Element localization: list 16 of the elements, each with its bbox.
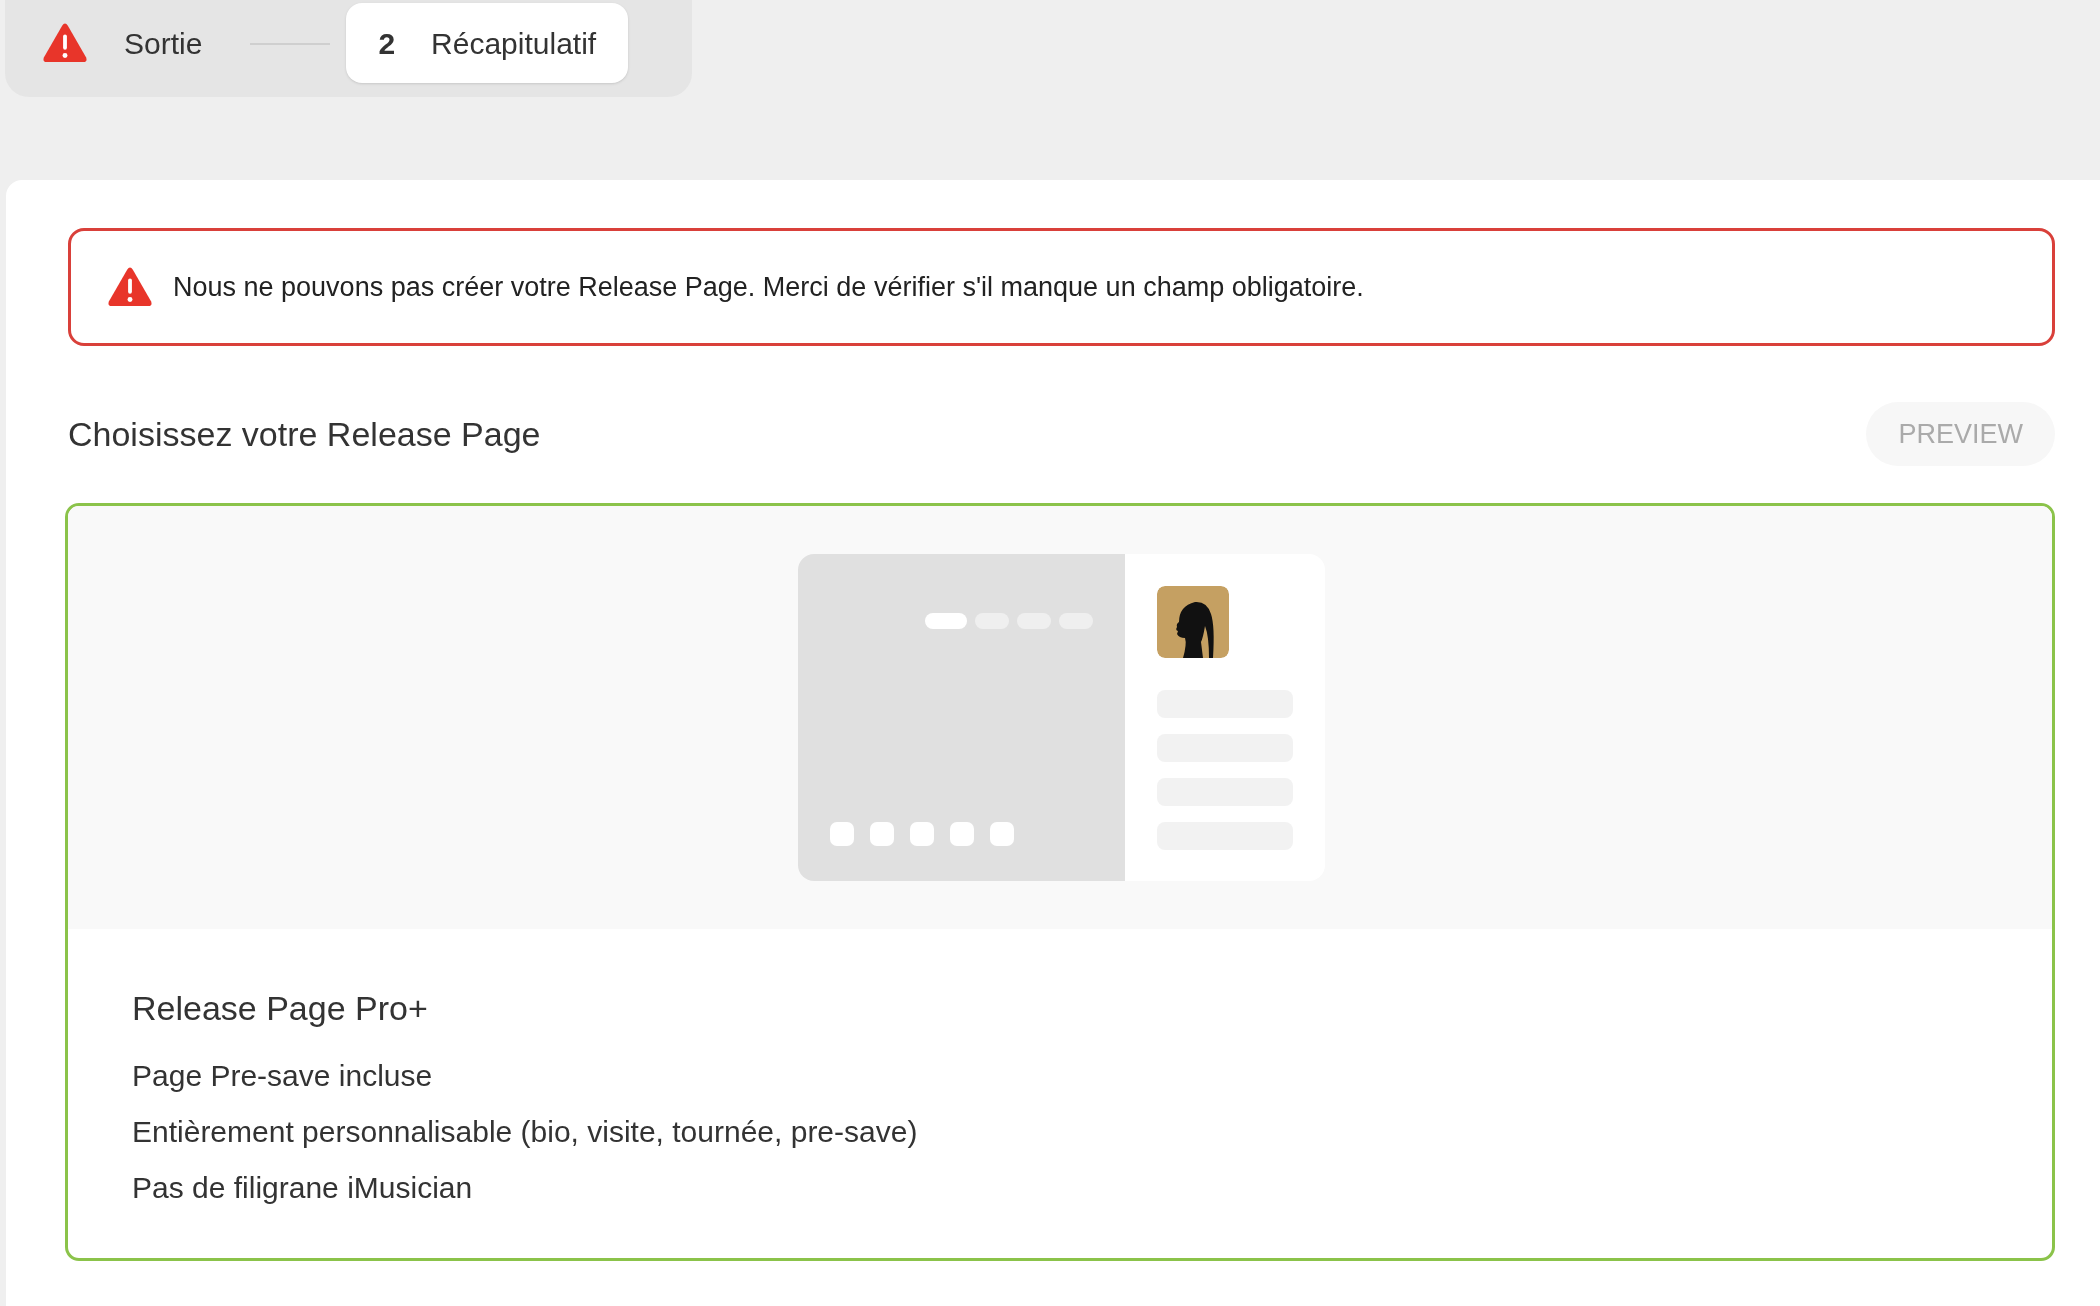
warning-icon (107, 266, 153, 308)
card-title: Release Page Pro+ (132, 988, 429, 1029)
feature-text: Page Pre-save incluse (132, 1058, 434, 1094)
section-title: Choisissez votre Release Page (68, 413, 541, 455)
step-label: Récapitulatif (431, 25, 597, 62)
feature-text: Pas de filigrane iMusician (132, 1170, 474, 1206)
alert-message: Nous ne pouvons pas créer votre Release Page. Merci de vérifier s'il manque un champ obligatoire. (173, 270, 1364, 304)
silhouette-icon (1157, 586, 1229, 658)
step-tab[interactable]: Sortie (10, 3, 235, 83)
nav-pill (925, 613, 967, 629)
warning-icon (42, 22, 88, 64)
feature-text: Entièrement personnalisable (bio, visite, tournée, pre-save) (132, 1114, 919, 1150)
release-page-card[interactable]: Release Page Pro+ Page Pre-save incluse Entièrement personnalisable (bio, visite, tournée, pre-save) Pas de filigrane iMusician (65, 503, 2055, 1261)
step-number: 2 (378, 25, 396, 62)
step-tab[interactable]: 2 Récapitulatif (346, 3, 629, 83)
step-label: Sortie (124, 25, 203, 62)
